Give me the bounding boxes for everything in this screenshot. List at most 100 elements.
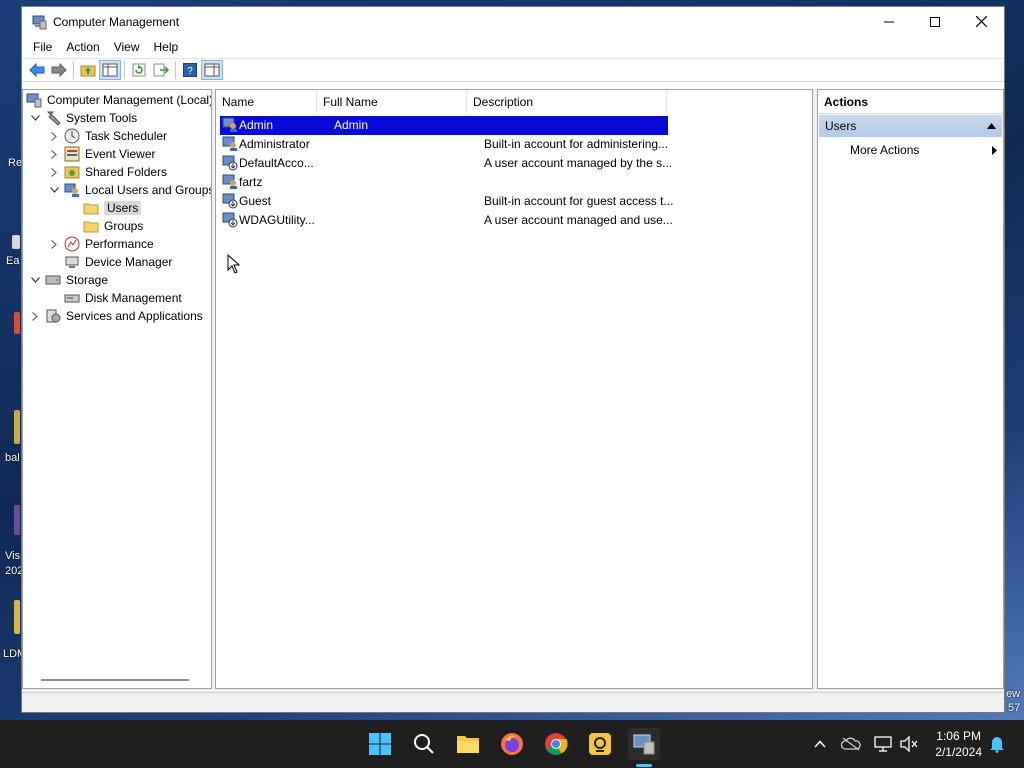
tree-node-storage[interactable]: Storage [29,271,108,289]
title-bar[interactable]: Computer Management [22,7,1004,36]
actions-group-users[interactable]: Users [819,115,1002,137]
show-hidden-icons-button[interactable] [809,734,831,754]
start-button[interactable] [364,728,396,760]
table-row[interactable]: Admin Admin [220,116,668,135]
table-row[interactable]: Administrator Built-in account for admin… [220,135,668,154]
table-row[interactable]: WDAGUtility... A user account managed an… [220,211,673,230]
export-list-icon [153,63,169,77]
chevron-right-icon[interactable] [48,130,60,142]
forward-button[interactable] [48,60,70,80]
search-button[interactable] [408,728,440,760]
column-label: Full Name [323,95,378,109]
menu-file[interactable]: File [26,36,59,58]
chevron-right-icon[interactable] [48,238,60,250]
action-pane-icon [204,63,220,77]
cell-description: A user account managed by the s... [484,156,673,170]
notifications-button[interactable] [986,734,1008,754]
desktop-icon-4[interactable] [14,505,20,535]
tree-node-event-viewer[interactable]: Event Viewer [48,145,155,163]
cell-name: Administrator [239,137,310,151]
desktop-icon-2[interactable] [14,312,20,334]
tree-node-local-users-groups[interactable]: Local Users and Groups [48,181,211,199]
desktop-icon-5[interactable] [14,600,20,634]
close-button[interactable] [958,7,1004,36]
console-tree-icon [102,63,118,77]
tree-horizontal-scrollbar[interactable] [41,679,189,681]
computer-management-taskbar-button[interactable] [628,728,660,760]
folder-up-icon [80,65,96,77]
up-one-level-button[interactable] [77,60,99,80]
console-tree: Computer Management (Local) System Tools… [22,89,212,689]
chevron-down-icon[interactable] [48,184,60,196]
tree-node-system-tools[interactable]: System Tools [29,109,137,127]
tree-label: Computer Management (Local) [47,93,212,107]
chevron-right-icon[interactable] [29,310,41,322]
menu-action[interactable]: Action [59,36,106,58]
tree-node-disk-management[interactable]: Disk Management [64,289,182,307]
table-row[interactable]: fartz [220,173,668,192]
tree-node-task-scheduler[interactable]: Task Scheduler [48,127,167,145]
user-icon [222,117,237,132]
tree-node-users[interactable]: Users [83,199,142,217]
menu-view[interactable]: View [107,36,147,58]
desktop-icon-1[interactable] [12,235,20,249]
maximize-button[interactable] [912,7,958,36]
network-tray-button[interactable] [872,734,894,754]
table-row[interactable]: DefaultAcco... A user account managed by… [220,154,672,173]
chrome-icon [545,733,568,755]
table-row[interactable]: Guest Built-in account for guest access … [220,192,673,211]
column-header-description[interactable]: Description [467,90,667,114]
toolbar-separator [73,61,74,79]
back-button[interactable] [26,60,48,80]
desktop-label-8: 57 [1008,702,1021,714]
chrome-button[interactable] [540,728,572,760]
column-label: Description [473,95,534,109]
help-button[interactable]: ? [179,60,201,80]
chevron-right-icon[interactable] [48,148,60,160]
status-bar [22,692,1004,712]
firefox-button[interactable] [496,728,528,760]
refresh-button[interactable] [128,60,150,80]
back-arrow-icon [29,63,45,77]
minimize-button[interactable] [866,7,912,36]
app-button[interactable] [584,728,616,760]
more-actions-item[interactable]: More Actions [818,138,1003,162]
menu-help[interactable]: Help [147,36,186,58]
volume-tray-button[interactable] [898,734,920,754]
tree-node-groups[interactable]: Groups [83,217,143,235]
performance-icon [64,236,80,252]
desktop-label-1: Re [8,157,23,169]
show-hide-action-pane-button[interactable] [201,60,223,80]
tree-node-performance[interactable]: Performance [48,235,154,253]
minimize-icon [884,21,894,22]
computer-management-icon [26,93,42,108]
chevron-down-icon[interactable] [29,274,41,286]
clock-time: 1:06 PM [936,729,981,743]
taskbar-clock[interactable]: 1:06 PM 2/1/2024 [935,728,982,760]
cell-description: Built-in account for administering... [484,137,669,151]
folder-icon [83,203,99,215]
mouse-cursor-icon [227,254,241,274]
chevron-down-icon[interactable] [29,112,41,124]
tree-node-services-apps[interactable]: Services and Applications [29,307,203,325]
file-explorer-button[interactable] [452,728,484,760]
event-viewer-icon [64,146,80,162]
window-title: Computer Management [53,14,180,29]
desktop-icon-3[interactable] [14,410,20,444]
export-list-button[interactable] [150,60,172,80]
column-header-name[interactable]: Name [216,90,317,114]
computer-management-icon [633,734,655,755]
console-body: Computer Management (Local) System Tools… [22,89,1004,712]
column-header-full-name[interactable]: Full Name [317,90,467,114]
tree-node-shared-folders[interactable]: Shared Folders [48,163,167,181]
tree-node-device-manager[interactable]: Device Manager [64,253,172,271]
users-list: Name Full Name Description Admin Admin A… [215,89,813,689]
chevron-right-icon[interactable] [48,166,60,178]
onedrive-tray-button[interactable] [840,734,862,754]
disabled-user-icon [222,193,238,209]
show-hide-console-tree-button[interactable] [99,60,121,80]
tree-node-root[interactable]: Computer Management (Local) [26,91,212,109]
users-group-icon [64,183,79,197]
search-icon [414,734,434,754]
toolbar-separator [124,61,125,79]
